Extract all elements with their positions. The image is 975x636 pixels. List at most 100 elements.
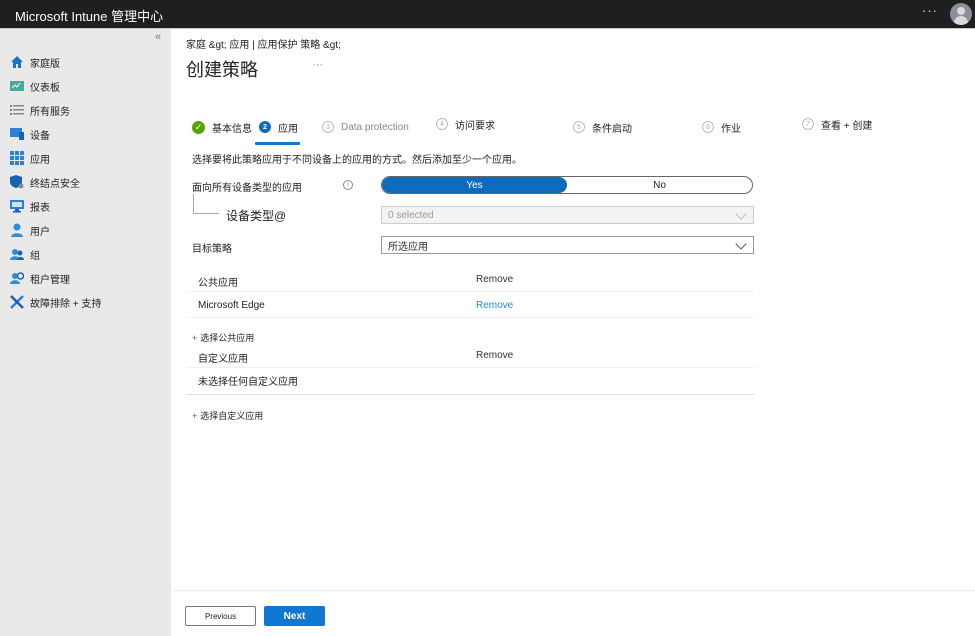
sidebar-item-label: 应用 <box>30 154 50 166</box>
section-divider <box>186 394 754 395</box>
select-custom-apps-link[interactable]: + 选择自定义应用 <box>192 409 263 422</box>
sidebar-item-label: 报表 <box>30 202 50 214</box>
step-label: 查看 + 创建 <box>821 120 873 132</box>
step-label: 条件启动 <box>592 123 632 135</box>
info-icon[interactable]: i <box>343 180 353 190</box>
shield-icon <box>10 175 24 189</box>
user-avatar-icon[interactable] <box>950 3 972 25</box>
sidebar-item-label: 家庭版 <box>30 58 60 70</box>
tenant-admin-icon <box>10 271 25 285</box>
select-custom-apps-label: 选择自定义应用 <box>200 411 264 421</box>
breadcrumb[interactable]: 家庭 &gt; 应用 | 应用保护 策略 &gt; <box>186 36 341 51</box>
remove-app-link[interactable]: Remove <box>476 300 513 311</box>
step-number: 5 <box>573 121 585 133</box>
step-label: 访问要求 <box>455 120 495 132</box>
user-icon <box>10 223 24 237</box>
custom-apps-empty-text: 未选择任何自定义应用 <box>198 377 298 388</box>
group-icon <box>10 247 24 261</box>
step-assignments[interactable]: 6 作业 <box>702 119 741 135</box>
avatar-head <box>957 7 965 15</box>
target-policy-value: 所选应用 <box>388 241 428 253</box>
chevron-down-icon <box>735 208 747 220</box>
sidebar-item-troubleshooting[interactable]: 故障排除 + 支持 <box>10 293 101 311</box>
step-label: 作业 <box>721 123 741 135</box>
step-access-requirements[interactable]: 4 访问要求 <box>436 116 495 132</box>
device-types-dropdown[interactable]: 0 selected <box>381 206 754 224</box>
sidebar-item-label: 仪表板 <box>30 82 60 94</box>
select-public-apps-label: 选择公共应用 <box>200 333 255 343</box>
step-data-protection[interactable]: 3 Data protection <box>322 119 409 135</box>
sidebar-item-label: 故障排除 + 支持 <box>30 298 102 310</box>
sidebar-item-label: 终结点安全 <box>30 178 80 190</box>
toggle-no[interactable]: No <box>567 177 752 193</box>
sidebar-item-tenant-admin[interactable]: 租户管理 <box>10 269 70 287</box>
target-policy-dropdown[interactable]: 所选应用 <box>381 236 754 254</box>
remove-column-header: Remove <box>476 274 514 285</box>
sidebar-item-endpoint-security[interactable]: 终结点安全 <box>10 173 80 191</box>
avatar-body <box>954 16 968 25</box>
step-basics[interactable]: ✓ 基本信息 <box>192 119 252 135</box>
checkmark-icon: ✓ <box>192 120 205 134</box>
plus-icon: + <box>192 411 198 421</box>
sidebar-item-dashboard[interactable]: 仪表板 <box>10 77 60 95</box>
public-apps-header-row: 公共应用 Remove <box>186 267 754 292</box>
custom-apps-header: 自定义应用 <box>198 354 248 365</box>
chevron-down-icon <box>735 238 747 250</box>
sidebar-item-groups[interactable]: 组 <box>10 245 40 263</box>
plus-icon: + <box>192 333 198 343</box>
remove-column-header: Remove <box>476 350 514 361</box>
target-all-device-types-toggle[interactable]: Yes No <box>381 176 753 194</box>
sidebar-item-apps[interactable]: 应用 <box>10 149 50 167</box>
sidebar: « 家庭版 仪表板 所有服务 设备 应用 终结点安全 报表 用户 组 租户管理 … <box>0 29 171 636</box>
sidebar-item-home[interactable]: 家庭版 <box>10 53 60 71</box>
sidebar-item-label: 设备 <box>30 130 50 142</box>
sidebar-item-devices[interactable]: 设备 <box>10 125 50 143</box>
more-options-button[interactable]: ··· <box>922 3 938 18</box>
instruction-text: 选择要将此策略应用于不同设备上的应用的方式。然后添加至少一个应用。 <box>192 155 522 166</box>
dashboard-icon <box>10 79 24 93</box>
device-types-label: 设备类型@ <box>226 209 287 223</box>
apps-grid-icon <box>10 151 24 165</box>
step-label: Data protection <box>341 121 409 133</box>
sidebar-item-label: 组 <box>30 250 40 262</box>
footer-divider <box>171 590 975 591</box>
title-more-button[interactable]: ··· <box>312 59 323 71</box>
step-conditional-launch[interactable]: 5 条件启动 <box>573 119 632 135</box>
table-row: Microsoft Edge Remove <box>186 293 754 318</box>
app-title[interactable]: Microsoft Intune 管理中心 <box>15 6 163 25</box>
device-types-value: 0 selected <box>388 209 434 221</box>
list-icon <box>10 103 24 117</box>
previous-button[interactable]: Previous <box>185 606 256 626</box>
sidebar-item-label: 用户 <box>30 226 50 238</box>
sidebar-item-users[interactable]: 用户 <box>10 221 50 239</box>
custom-apps-header-row: 自定义应用 Remove <box>186 343 754 368</box>
step-label: 基本信息 <box>212 123 252 135</box>
reports-monitor-icon <box>10 199 24 213</box>
sidebar-item-all-services[interactable]: 所有服务 <box>10 101 70 119</box>
home-icon <box>10 55 24 69</box>
active-step-indicator <box>255 142 300 145</box>
collapse-sidebar-button[interactable]: « <box>155 31 161 43</box>
app-name: Microsoft Edge <box>198 300 265 311</box>
public-apps-header: 公共应用 <box>198 278 238 289</box>
toggle-yes[interactable]: Yes <box>382 177 567 193</box>
devices-icon <box>10 127 24 141</box>
target-all-device-types-label: 面向所有设备类型的应用 <box>192 183 302 194</box>
custom-apps-empty-row: 未选择任何自定义应用 <box>186 367 754 392</box>
step-number: 2 <box>259 121 271 133</box>
sidebar-item-reports[interactable]: 报表 <box>10 197 50 215</box>
main-content: 家庭 &gt; 应用 | 应用保护 策略 &gt; 创建策略 ··· ✓ 基本信… <box>171 29 975 636</box>
step-number: 7 <box>802 118 814 130</box>
step-review-create[interactable]: 7 查看 + 创建 <box>802 116 872 132</box>
sidebar-item-label: 所有服务 <box>30 106 70 118</box>
step-apps[interactable]: 2 应用 <box>259 119 298 135</box>
next-button[interactable]: Next <box>264 606 325 626</box>
sidebar-item-label: 租户管理 <box>30 274 70 286</box>
page-title: 创建策略 <box>186 60 258 80</box>
target-policy-label: 目标策略 <box>192 244 232 255</box>
step-number: 4 <box>436 118 448 130</box>
step-number: 6 <box>702 121 714 133</box>
troubleshoot-wrench-icon <box>10 295 24 309</box>
tree-connector <box>193 194 219 214</box>
step-label: 应用 <box>278 123 298 135</box>
